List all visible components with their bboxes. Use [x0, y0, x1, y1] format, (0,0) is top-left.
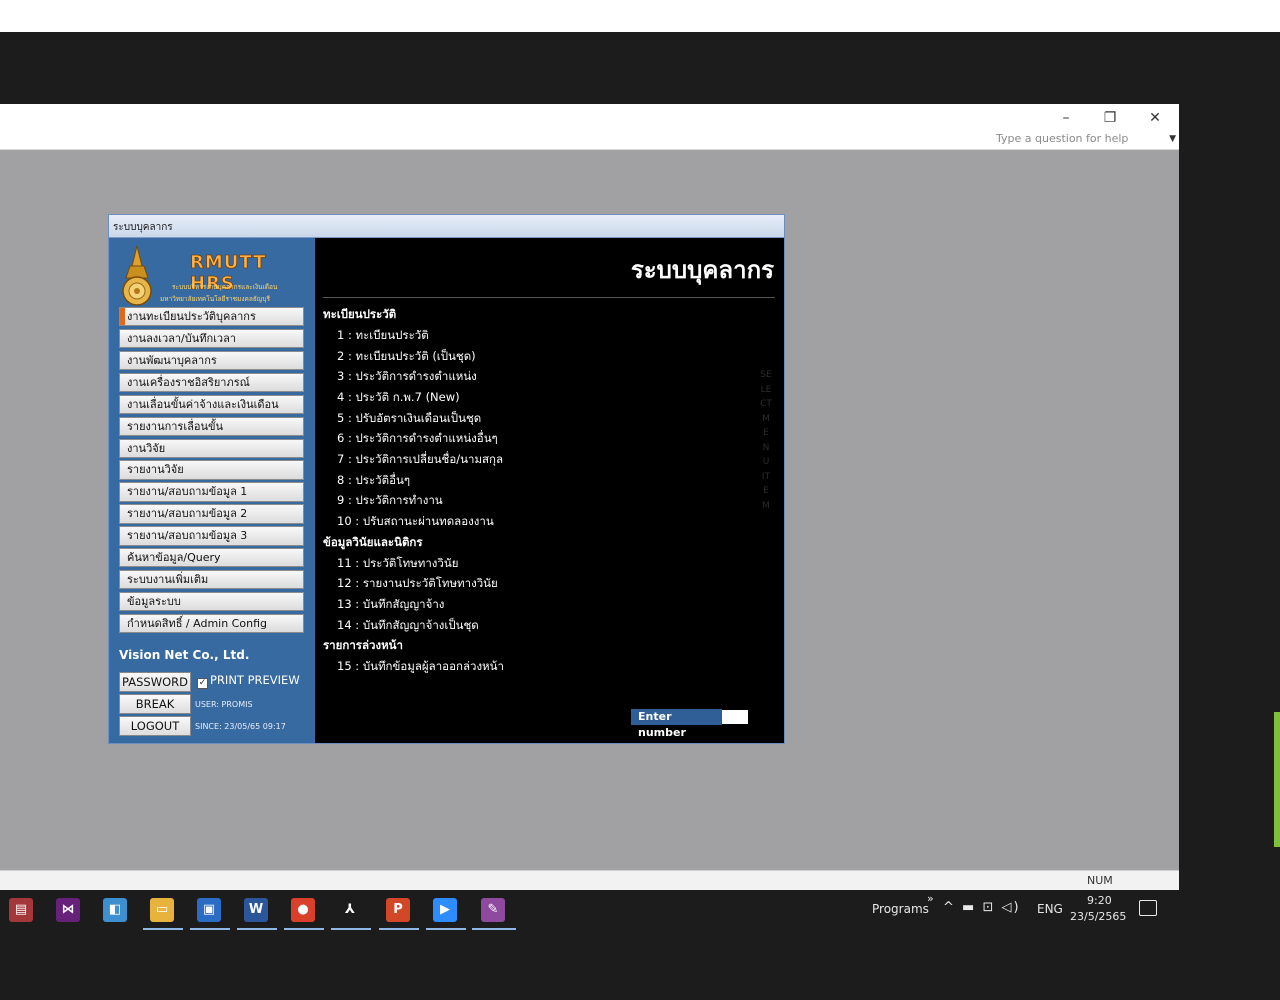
- menu-item-system-info[interactable]: ข้อมูลระบบ: [119, 591, 304, 612]
- file-explorer-icon[interactable]: ▭: [150, 898, 174, 922]
- chrome-icon[interactable]: ●: [291, 898, 315, 922]
- active-app-indicator: [331, 928, 371, 930]
- menu-option-11[interactable]: 11 : ประวัติโทษทางวินัย: [337, 555, 458, 573]
- menu-item-search-query[interactable]: ค้นหาข้อมูล/Query: [119, 548, 304, 568]
- dialog-titlebar[interactable]: ระบบบุคลากร: [109, 215, 784, 238]
- restore-button[interactable]: ❐: [1095, 107, 1125, 129]
- enter-number-label: Enter number: [631, 709, 722, 739]
- menu-content-panel: ระบบบุคลากร ทะเบียนประวัติ 1 : ทะเบียนปร…: [315, 238, 784, 743]
- status-bar: NUM: [0, 870, 1179, 890]
- active-app-indicator: [237, 928, 277, 930]
- active-app-indicator: [143, 928, 183, 930]
- print-preview-label: PRINT PREVIEW: [210, 673, 300, 687]
- section-heading-advance: รายการล่วงหน้า: [323, 638, 403, 652]
- menu-option-12[interactable]: 12 : รายงานประวัติโทษทางวินัย: [337, 575, 498, 593]
- menu-item-research-report[interactable]: รายงานวิจัย: [119, 460, 304, 480]
- section-heading-discipline: ข้อมูลวินัยและนิติกร: [323, 535, 423, 549]
- sidebar: RMUTT HRS ระบบบริหารงานบุคลากรและเงินเดื…: [110, 238, 314, 743]
- close-button[interactable]: ✕: [1140, 107, 1170, 129]
- user-info: USER: PROMIS: [195, 700, 253, 709]
- system-tray-icons[interactable]: ^ ▬ ⊡ ◁): [943, 900, 1021, 915]
- active-app-indicator: [284, 928, 324, 930]
- host-titlebar: – ❐ ✕ Type a question for help ▼: [0, 104, 1179, 150]
- checkbox-check-icon[interactable]: ✓: [197, 678, 208, 689]
- menu-item-report-query-1[interactable]: รายงาน/สอบถามข้อมูล 1: [119, 482, 304, 502]
- dialog-title: ระบบบุคลากร: [113, 222, 173, 233]
- menu-option-10[interactable]: 10 : ปรับสถานะผ่านทดลองงาน: [337, 513, 494, 531]
- menu-item-report-query-2[interactable]: รายงาน/สอบถามข้อมูล 2: [119, 504, 304, 524]
- menu-item-promotion-report[interactable]: รายงานการเลื่อนขั้น: [119, 416, 304, 436]
- menu-item-personnel-records[interactable]: งานทะเบียนประวัติบุคลากร: [119, 307, 304, 327]
- select-menu-item-watermark: SELECT MENU ITEM: [760, 370, 772, 511]
- menu-option-15[interactable]: 15 : บันทึกข้อมูลผู้ลาออกล่วงหน้า: [337, 658, 504, 676]
- word-icon[interactable]: W: [244, 898, 268, 922]
- menu-option-3[interactable]: 3 : ประวัติการดำรงตำแหน่ง: [337, 368, 477, 386]
- menu-item-royal-decorations[interactable]: งานเครื่องราชอิสริยาภรณ์: [119, 372, 304, 393]
- logo-subtitle-1: ระบบบริหารงานบุคลากรและเงินเดือน: [172, 283, 278, 291]
- menu-item-admin-config[interactable]: กำหนดสิทธิ์ / Admin Config: [119, 613, 304, 634]
- windows-taskbar: ▤ ⋈ ◧ ▭ ▣ W ● ⅄ P ▶ ✎ Programs » ^ ▬ ⊡ ◁…: [0, 890, 1170, 930]
- menu-option-1[interactable]: 1 : ทะเบียนประวัติ: [337, 327, 429, 345]
- notification-icon[interactable]: [1139, 900, 1157, 916]
- menu-option-4[interactable]: 4 : ประวัติ ก.พ.7 (New): [337, 389, 460, 407]
- break-button[interactable]: BREAK: [119, 694, 191, 714]
- active-app-indicator: [426, 928, 466, 930]
- divider: [323, 297, 775, 298]
- menu-list: งานทะเบียนประวัติบุคลากร งานลงเวลา/บันทึ…: [119, 307, 304, 636]
- offscreen-window-edge: [1274, 712, 1280, 847]
- clock-date[interactable]: 23/5/2565: [1070, 910, 1126, 923]
- password-button[interactable]: PASSWORD: [119, 672, 191, 692]
- menu-option-7[interactable]: 7 : ประวัติการเปลี่ยนชื่อ/นามสกุล: [337, 451, 503, 469]
- menu-item-report-query-3[interactable]: รายงาน/สอบถามข้อมูล 3: [119, 526, 304, 546]
- clock-time[interactable]: 9:20: [1087, 894, 1112, 907]
- powerpoint-icon[interactable]: P: [386, 898, 410, 922]
- menu-option-13[interactable]: 13 : บันทึกสัญญาจ้าง: [337, 596, 444, 614]
- menu-item-additional-systems[interactable]: ระบบงานเพิ่มเติม: [119, 570, 304, 590]
- menu-item-research[interactable]: งานวิจัย: [119, 438, 304, 458]
- active-app-indicator: [190, 928, 230, 930]
- zoom-icon[interactable]: ▶: [433, 898, 457, 922]
- help-question-box[interactable]: Type a question for help ▼: [996, 130, 1178, 148]
- visual-studio-icon[interactable]: ⋈: [56, 898, 80, 922]
- company-name: Vision Net Co., Ltd.: [119, 648, 250, 662]
- section-heading-records: ทะเบียนประวัติ: [323, 307, 397, 321]
- help-placeholder: Type a question for help: [996, 132, 1129, 145]
- enter-number-input[interactable]: [722, 710, 748, 724]
- minimize-button[interactable]: –: [1051, 107, 1081, 129]
- menu-item-personnel-development[interactable]: งานพัฒนาบุคลากร: [119, 350, 304, 371]
- content-title: ระบบบุคลากร: [630, 256, 774, 284]
- host-application-window: – ❐ ✕ Type a question for help ▼ NUM ระบ…: [0, 104, 1179, 890]
- chevron-down-icon[interactable]: ▼: [1169, 130, 1176, 148]
- input-language-indicator[interactable]: ENG: [1037, 902, 1063, 916]
- paint-icon[interactable]: ✎: [481, 898, 505, 922]
- session-since: SINCE: 23/05/65 09:17: [195, 722, 286, 731]
- toolbar-expand-icon[interactable]: »: [927, 892, 934, 905]
- acrobat-icon[interactable]: ⅄: [338, 898, 362, 922]
- num-lock-indicator: NUM: [1087, 874, 1113, 887]
- access-icon[interactable]: ▤: [9, 898, 33, 922]
- menu-option-8[interactable]: 8 : ประวัติอื่นๆ: [337, 472, 410, 490]
- logo: RMUTT HRS ระบบบริหารงานบุคลากรและเงินเดื…: [116, 244, 308, 308]
- menu-option-14[interactable]: 14 : บันทึกสัญญาจ้างเป็นชุด: [337, 617, 479, 635]
- university-seal-icon: [122, 245, 152, 306]
- menu-option-5[interactable]: 5 : ปรับอัตราเงินเดือนเป็นชุด: [337, 410, 481, 428]
- active-app-indicator: [472, 928, 516, 930]
- top-white-strip: [0, 0, 1280, 32]
- notes-icon[interactable]: ◧: [103, 898, 127, 922]
- print-preview-checkbox[interactable]: ✓ PRINT PREVIEW: [197, 673, 300, 689]
- logout-button[interactable]: LOGOUT: [119, 716, 191, 736]
- programs-toolbar-label[interactable]: Programs: [872, 902, 929, 916]
- remote-desktop-icon[interactable]: ▣: [197, 898, 221, 922]
- hrs-main-dialog: ระบบบุคลากร RMUTT HRS ระบบบริหารงานบุคลา…: [108, 214, 785, 744]
- active-app-indicator: [379, 928, 419, 930]
- menu-item-salary-promotion[interactable]: งานเลื่อนขั้นค่าจ้างและเงินเดือน: [119, 394, 304, 414]
- menu-item-time-attendance[interactable]: งานลงเวลา/บันทึกเวลา: [119, 328, 304, 349]
- menu-option-6[interactable]: 6 : ประวัติการดำรงตำแหน่งอื่นๆ: [337, 430, 498, 448]
- menu-option-9[interactable]: 9 : ประวัติการทำงาน: [337, 492, 443, 510]
- menu-option-2[interactable]: 2 : ทะเบียนประวัติ (เป็นชุด): [337, 348, 476, 366]
- logo-subtitle-2: มหาวิทยาลัยเทคโนโลยีราชมงคลธัญบุรี: [160, 295, 270, 303]
